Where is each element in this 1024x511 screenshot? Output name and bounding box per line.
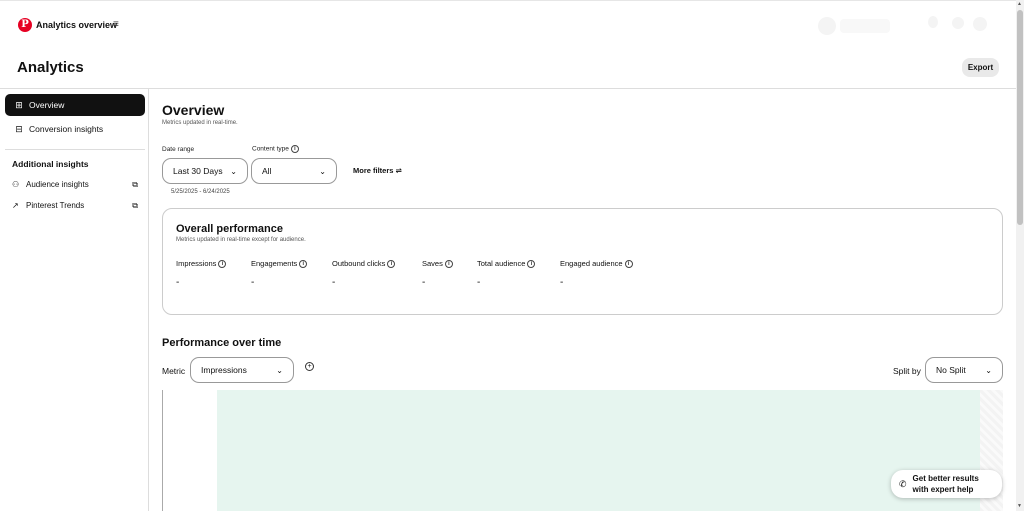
chevron-down-icon: ⌄	[985, 365, 992, 375]
metric-select-label: Metric	[162, 366, 186, 376]
additional-insights-heading: Additional insights	[12, 159, 89, 169]
date-span-text: 5/25/2025 - 6/24/2025	[171, 189, 230, 195]
metric-label: Engagements	[251, 259, 298, 268]
sidebar: ⊞ Overview ⊟ Conversion insights Additio…	[0, 89, 149, 511]
grid-icon: ⊞	[15, 99, 23, 110]
overview-subtitle: Metrics updated in real-time.	[162, 120, 238, 126]
performance-chart	[162, 390, 1003, 511]
metric-select-value: Impressions	[201, 365, 247, 375]
info-icon[interactable]: i	[527, 260, 536, 269]
metric-select[interactable]: Impressions ⌄	[190, 357, 294, 383]
date-range-label: Date range	[162, 146, 195, 153]
content-type-select[interactable]: All ⌄	[251, 158, 337, 184]
sidebar-item-label: Audience insights	[26, 180, 89, 189]
overall-performance-card: Overall performance Metrics updated in r…	[162, 208, 1003, 315]
sidebar-divider	[5, 149, 145, 150]
sidebar-item-audience-insights[interactable]: ⚇ Audience insights ⧉	[12, 179, 138, 190]
pinterest-logo-icon[interactable]: P	[18, 18, 32, 32]
split-by-label: Split by	[893, 366, 921, 376]
chart-range-fill	[217, 390, 980, 511]
expert-help-button[interactable]: ✆ Get better results with expert help	[891, 470, 1002, 498]
performance-over-time-title: Performance over time	[162, 337, 282, 349]
more-filters-button[interactable]: More filters ⇌	[353, 166, 402, 175]
info-icon[interactable]: i	[387, 260, 396, 269]
metric-value: -	[176, 277, 180, 288]
external-link-icon: ⧉	[132, 200, 138, 210]
sidebar-item-label: Pinterest Trends	[26, 201, 85, 210]
messages-icon[interactable]	[952, 17, 964, 29]
sidebar-item-conversion-insights[interactable]: ⊟ Conversion insights	[5, 118, 145, 140]
scroll-up-arrow-icon[interactable]: ▲	[1017, 1, 1022, 7]
trend-icon: ↗	[12, 201, 19, 210]
overall-performance-title: Overall performance	[176, 223, 283, 235]
expert-help-line-2: with expert help	[912, 485, 974, 494]
page-title: Analytics	[17, 59, 84, 76]
info-icon[interactable]: i	[624, 260, 633, 269]
metric-label: Engaged audience	[560, 259, 623, 268]
sidebar-item-label: Conversion insights	[29, 124, 104, 134]
profile-avatar[interactable]	[973, 17, 987, 31]
external-link-icon: ⧉	[132, 179, 138, 189]
account-switcher-avatar[interactable]	[818, 17, 836, 35]
metric-total-audience[interactable]: Total audience i	[477, 259, 536, 269]
add-metric-icon[interactable]: +	[305, 362, 314, 371]
top-bar: P Analytics overview ≡	[0, 0, 1016, 46]
sidebar-item-label: Overview	[29, 100, 65, 110]
export-button[interactable]: Export	[962, 58, 999, 77]
info-icon[interactable]: i	[444, 260, 453, 269]
content-type-value: All	[262, 166, 272, 176]
overview-title: Overview	[162, 102, 225, 118]
content-type-label: Content type	[252, 145, 289, 153]
date-range-select[interactable]: Last 30 Days ⌄	[162, 158, 248, 184]
metric-outbound-clicks[interactable]: Outbound clicks i	[332, 259, 396, 269]
expert-help-line-1: Get better results	[912, 474, 979, 483]
account-name-placeholder	[840, 19, 890, 33]
metric-value: -	[477, 277, 481, 288]
split-by-value: No Split	[936, 365, 966, 375]
split-by-select[interactable]: No Split ⌄	[925, 357, 1003, 383]
chevron-down-icon: ⌄	[276, 365, 283, 375]
metric-value: -	[251, 277, 255, 288]
info-icon[interactable]: i	[290, 145, 299, 153]
notifications-icon[interactable]	[928, 16, 938, 28]
scroll-down-arrow-icon[interactable]: ▼	[1017, 503, 1022, 509]
date-range-value: Last 30 Days	[173, 166, 223, 176]
header-divider	[0, 88, 1016, 89]
chevron-down-icon: ⌄	[230, 166, 237, 176]
info-icon[interactable]: i	[218, 260, 227, 269]
metric-label: Saves	[422, 259, 443, 268]
sidebar-item-pinterest-trends[interactable]: ↗ Pinterest Trends ⧉	[12, 200, 138, 211]
expert-help-text: Get better results with expert help	[913, 473, 979, 495]
chevron-down-icon: ⌄	[319, 166, 326, 176]
content-type-label-group: Content type i	[252, 145, 299, 153]
info-icon[interactable]: i	[299, 260, 308, 269]
metric-engagements[interactable]: Engagements i	[251, 259, 308, 269]
scrollbar-thumb[interactable]	[1017, 10, 1023, 225]
hamburger-menu-icon[interactable]: ≡	[113, 19, 119, 30]
metric-value: -	[560, 277, 564, 288]
app-title[interactable]: Analytics overview	[36, 20, 117, 30]
phone-icon: ✆	[899, 478, 907, 489]
conversion-icon: ⊟	[15, 123, 23, 134]
metric-value: -	[422, 277, 426, 288]
metric-engaged-audience[interactable]: Engaged audience i	[560, 259, 633, 269]
person-icon: ⚇	[12, 180, 20, 189]
sidebar-item-overview[interactable]: ⊞ Overview	[5, 94, 145, 116]
metric-saves[interactable]: Saves i	[422, 259, 453, 269]
overall-performance-subtitle: Metrics updated in real-time except for …	[176, 237, 306, 243]
metric-impressions[interactable]: Impressions i	[176, 259, 227, 269]
metric-label: Outbound clicks	[332, 259, 386, 268]
page-scrollbar[interactable]: ▲ ▼	[1016, 0, 1024, 511]
metric-value: -	[332, 277, 336, 288]
metric-label: Impressions	[176, 259, 217, 268]
metric-label: Total audience	[477, 259, 526, 268]
